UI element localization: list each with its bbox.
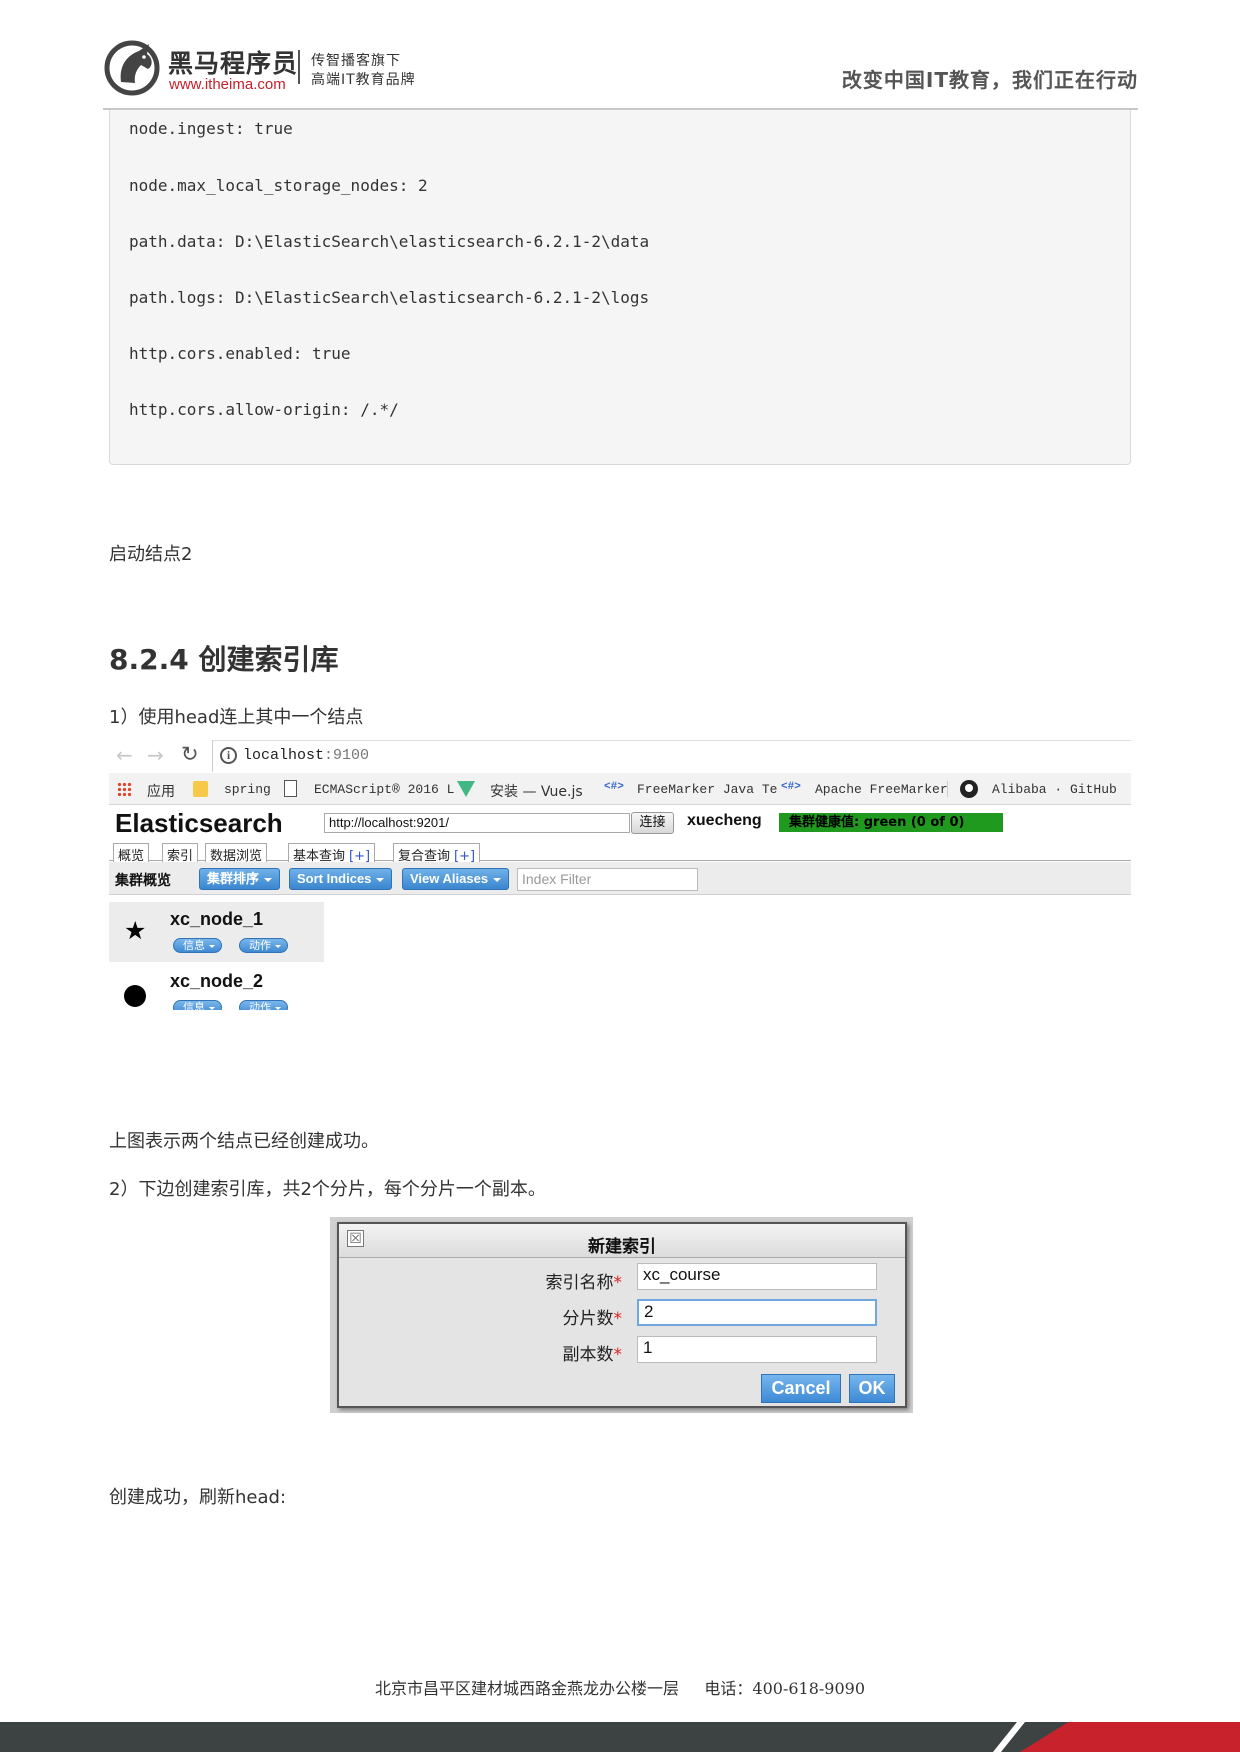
node-action-button[interactable]: 动作 — [239, 938, 288, 953]
replicas-label: 副本数* — [562, 1345, 623, 1365]
bookmark-apache-freemarker[interactable]: Apache FreeMarker — [815, 782, 948, 797]
es-head-title: Elasticsearch — [115, 808, 283, 838]
vue-logo-icon — [457, 781, 475, 797]
browser-nav-bar: ← → ↻ i localhost:9100 — [109, 740, 1131, 772]
node-action-button[interactable]: 动作 — [239, 1000, 288, 1010]
cancel-button[interactable]: Cancel — [761, 1374, 841, 1403]
node-info-button[interactable]: 信息 — [173, 1000, 222, 1010]
node-row: ★ xc_node_1 信息 动作 — [109, 902, 324, 962]
bookmark-apps[interactable]: 应用 — [147, 781, 175, 801]
code-block: node.ingest: true node.max_local_storage… — [109, 110, 1131, 465]
index-filter-input[interactable]: Index Filter — [517, 868, 698, 891]
tab-overview[interactable]: 概览 — [113, 843, 150, 864]
bookmark-ecmascript[interactable]: ECMAScript® 2016 L — [314, 782, 454, 797]
connect-button[interactable]: 连接 — [631, 812, 674, 834]
brand-tagline-2: 高端IT教育品牌 — [311, 72, 416, 88]
node-name: xc_node_1 — [170, 909, 264, 929]
start-node-text: 启动结点2 — [109, 544, 193, 565]
code-line: http.cors.allow-origin: /.*/ — [129, 400, 399, 419]
view-aliases-button[interactable]: View Aliases — [402, 868, 510, 890]
index-name-label: 索引名称* — [545, 1273, 623, 1293]
es-head-screenshot: ← → ↻ i localhost:9100 应用 spring ECMAScr… — [109, 740, 1131, 1010]
github-icon — [960, 780, 978, 798]
code-line: path.data: D:\ElasticSearch\elasticsearc… — [129, 232, 650, 251]
tab-basic-query[interactable]: 基本查询 [+] — [288, 843, 376, 864]
back-arrow-icon[interactable]: ← — [116, 743, 133, 767]
es-tabs: 概览 索引 数据浏览 基本查询 [+] 复合查询 [+] — [109, 840, 1131, 864]
bookmark-github[interactable]: Alibaba · GitHub — [992, 782, 1117, 797]
footer-address: 北京市昌平区建材城西路金燕龙办公楼一层 电话：400-618-9090 — [374, 1679, 866, 1698]
code-line: path.logs: D:\ElasticSearch\elasticsearc… — [129, 288, 650, 307]
page-icon — [284, 780, 297, 797]
close-icon[interactable]: ☒ — [347, 1230, 364, 1247]
bookmarks-bar: 应用 spring ECMAScript® 2016 L 安装 — Vue.js… — [109, 773, 1131, 805]
cluster-health-badge: 集群健康值: green (0 of 0) — [779, 813, 1003, 832]
shards-input[interactable]: 2 — [637, 1299, 877, 1326]
sort-indices-button[interactable]: Sort Indices — [289, 868, 393, 890]
address-text: localhost:9100 — [243, 747, 370, 764]
circle-icon — [124, 985, 146, 1007]
node-name: xc_node_2 — [170, 971, 264, 991]
new-index-dialog: 新建索引 ☒ 索引名称* xc_course 分片数* 2 副本数* 1 Can… — [337, 1222, 907, 1408]
tab-compound-query[interactable]: 复合查询 [+] — [393, 843, 481, 864]
connect-url-input[interactable]: http://localhost:9201/ — [324, 813, 630, 833]
step-2-text: 2）下边创建索引库，共2个分片，每个分片一个副本。 — [109, 1179, 546, 1200]
cluster-sort-button[interactable]: 集群排序 — [199, 868, 281, 890]
replicas-input[interactable]: 1 — [637, 1336, 877, 1363]
node-info-button[interactable]: 信息 — [173, 938, 222, 953]
code-line: node.ingest: true — [129, 119, 293, 138]
star-icon: ★ — [124, 916, 147, 945]
caption-1-text: 上图表示两个结点已经创建成功。 — [109, 1131, 379, 1152]
bookmark-separator — [947, 781, 948, 797]
code-line: http.cors.enabled: true — [129, 344, 351, 363]
brand-tagline-1: 传智播客旗下 — [311, 53, 401, 69]
cluster-toolbar: 集群概览 集群排序 Sort Indices View Aliases Inde… — [109, 862, 1131, 895]
ok-button[interactable]: OK — [849, 1374, 895, 1403]
info-icon[interactable]: i — [220, 747, 237, 764]
dialog-header: 新建索引 ☒ — [339, 1224, 905, 1258]
tab-browser[interactable]: 数据浏览 — [205, 843, 268, 864]
brand-name: 黑马程序员 — [168, 49, 299, 78]
tab-indices[interactable]: 索引 — [162, 843, 199, 864]
page-header: 黑马程序员 www.itheima.com 传智播客旗下 高端IT教育品牌 改变… — [103, 36, 1138, 110]
node-row: xc_node_2 信息 动作 — [109, 964, 324, 1010]
caption-2-text: 创建成功，刷新head: — [109, 1487, 287, 1508]
apps-grid-icon[interactable] — [117, 782, 132, 797]
shards-label: 分片数* — [562, 1309, 623, 1329]
cluster-name: xuecheng — [687, 812, 762, 829]
new-index-screenshot: 新建索引 ☒ 索引名称* xc_course 分片数* 2 副本数* 1 Can… — [330, 1217, 913, 1413]
logo-divider — [298, 50, 300, 84]
address-bar[interactable]: i localhost:9100 — [212, 740, 1131, 772]
forward-arrow-icon[interactable]: → — [147, 743, 164, 767]
brand-url: www.itheima.com — [169, 76, 286, 93]
section-heading: 8.2.4 创建索引库 — [109, 643, 339, 676]
horse-logo-icon — [104, 40, 160, 96]
hash-tag-icon: <#> — [604, 781, 624, 793]
reload-icon[interactable]: ↻ — [181, 742, 199, 766]
bookmark-vue[interactable]: 安装 — Vue.js — [490, 781, 583, 801]
header-slogan: 改变中国IT教育，我们正在行动 — [841, 68, 1138, 92]
hash-tag-icon: <#> — [781, 781, 801, 793]
bookmark-spring[interactable]: spring — [224, 782, 271, 797]
step-1-text: 1）使用head连上其中一个结点 — [109, 707, 364, 728]
dialog-title: 新建索引 — [588, 1237, 656, 1257]
cluster-overview-label: 集群概览 — [115, 873, 171, 889]
index-name-input[interactable]: xc_course — [637, 1263, 877, 1290]
bookmark-freemarker-java[interactable]: FreeMarker Java Te — [637, 782, 777, 797]
folder-icon — [193, 781, 208, 797]
code-line: node.max_local_storage_nodes: 2 — [129, 176, 428, 195]
